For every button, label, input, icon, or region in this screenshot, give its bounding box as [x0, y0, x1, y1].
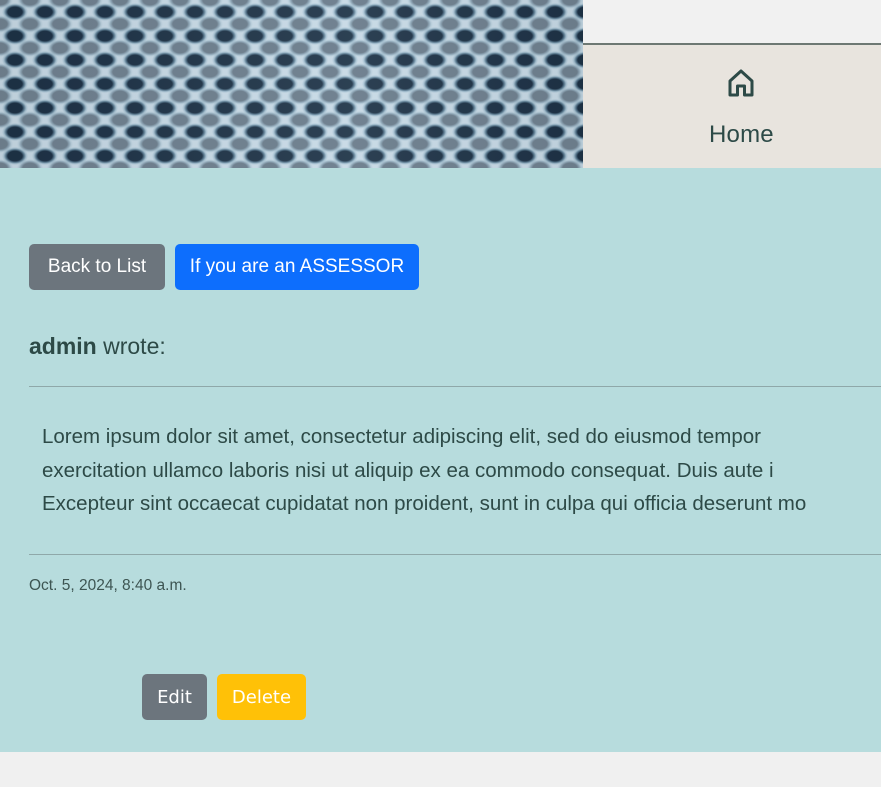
assessor-button[interactable]: If you are an ASSESSOR: [175, 244, 419, 290]
hero-image-shade: [0, 0, 583, 168]
post-body-line: Excepteur sint occaecat cupidatat non pr…: [42, 492, 807, 515]
edit-button[interactable]: Edit: [142, 674, 207, 720]
hero-image: [0, 0, 583, 168]
back-to-list-button[interactable]: Back to List: [29, 244, 165, 290]
home-icon: [728, 69, 754, 97]
divider-top: [29, 386, 881, 387]
post-timestamp: Oct. 5, 2024, 8:40 a.m.: [29, 577, 187, 594]
post-body-line: Lorem ipsum dolor sit amet, consectetur …: [42, 425, 761, 448]
post-author: admin: [29, 333, 97, 359]
nav-home-label: Home: [709, 121, 774, 148]
delete-button[interactable]: Delete: [217, 674, 306, 720]
post-detail-panel: Back to List If you are an ASSESSOR admi…: [0, 168, 881, 752]
nav-item-home[interactable]: Home: [583, 45, 881, 168]
top-navbar: Home: [583, 0, 881, 168]
post-body-line: exercitation ullamco laboris nisi ut ali…: [42, 458, 774, 482]
post-wrote-label: wrote:: [96, 333, 166, 359]
post-body: Lorem ipsum dolor sit amet, consectetur …: [42, 420, 881, 521]
divider-bottom: [29, 554, 881, 555]
post-author-line: admin wrote:: [29, 333, 166, 360]
